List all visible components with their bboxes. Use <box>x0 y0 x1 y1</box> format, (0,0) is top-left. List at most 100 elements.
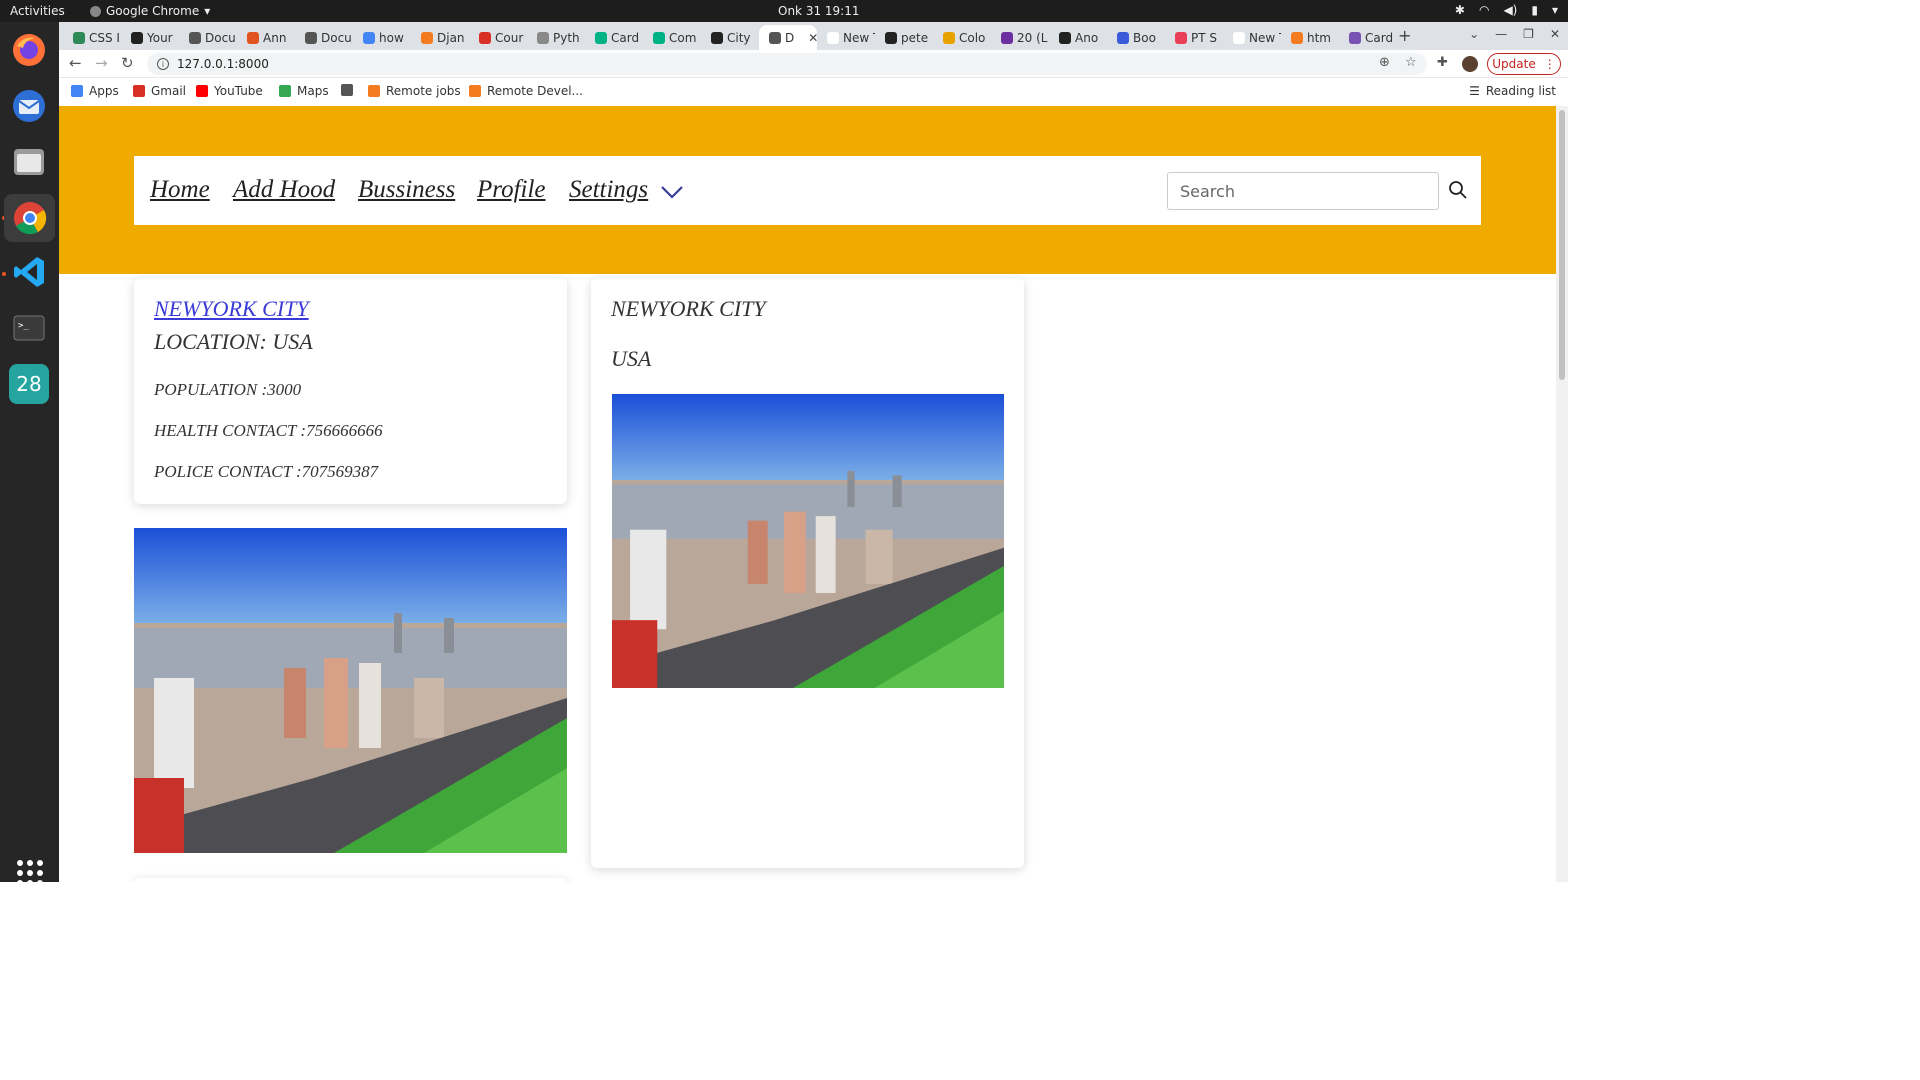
running-indicator <box>2 272 6 276</box>
tab[interactable]: New Ta <box>1223 25 1281 50</box>
nav-settings[interactable]: Settings <box>569 176 648 204</box>
bookmark-item[interactable] <box>341 84 359 96</box>
city-link[interactable]: NEWYORK CITY <box>154 296 309 322</box>
svg-text:>_: >_ <box>18 321 29 331</box>
tab[interactable]: D ✕ <box>759 25 817 50</box>
tab-strip: CSS I Your Docu Ann Docu how Djan Cour Pyth Card C… <box>59 22 1568 50</box>
reload-icon[interactable]: ↻ <box>121 54 134 72</box>
slack-tray-icon[interactable]: ✱ <box>1455 3 1465 17</box>
nav-home[interactable]: Home <box>150 176 210 204</box>
activities-button[interactable]: Activities <box>10 4 65 18</box>
bookmark-item[interactable]: Gmail <box>133 84 186 98</box>
tab-favicon-icon <box>421 31 433 44</box>
close-window-icon[interactable]: ✕ <box>1550 27 1560 41</box>
tab[interactable]: CSS I <box>63 25 121 50</box>
tab-favicon-icon <box>595 31 607 44</box>
tab[interactable]: pete <box>875 25 933 50</box>
tab[interactable]: Docu <box>179 25 237 50</box>
site-info-icon[interactable]: i <box>157 58 169 70</box>
police-contact-text: POLICE CONTACT :707569387 <box>154 462 379 481</box>
url-text: 127.0.0.1:8000 <box>177 57 269 71</box>
thunderbird-icon[interactable] <box>9 86 49 126</box>
app-menu[interactable]: Google Chrome ▾ <box>90 4 210 18</box>
system-tray[interactable]: ✱ ◠ ◀) ▮ ▾ <box>1455 3 1558 17</box>
tab[interactable]: Com <box>643 25 701 50</box>
zoom-icon[interactable]: ⊕ <box>1379 55 1390 70</box>
bookmark-item[interactable]: YouTube <box>196 84 263 98</box>
tab[interactable]: Djan <box>411 25 469 50</box>
bookmark-item[interactable]: Maps <box>279 84 329 98</box>
tab[interactable]: New Ta <box>817 25 875 50</box>
tab-label: PT S <box>1191 30 1217 45</box>
nav-add-hood[interactable]: Add Hood <box>233 176 335 204</box>
tab-favicon-icon <box>1233 31 1245 44</box>
bookmark-label: Gmail <box>151 84 187 98</box>
bookmark-favicon-icon <box>469 85 481 97</box>
nav-bussiness[interactable]: Bussiness <box>358 176 455 204</box>
tab-label: CSS I <box>89 30 120 45</box>
tab[interactable]: Card <box>1339 25 1397 50</box>
power-menu-icon[interactable]: ▾ <box>1552 3 1558 17</box>
nav-profile[interactable]: Profile <box>477 176 546 204</box>
tab[interactable]: City <box>701 25 759 50</box>
tab-favicon-icon <box>247 31 259 44</box>
tab-search-icon[interactable]: ⌄ <box>1469 27 1479 41</box>
back-arrow-icon[interactable]: ← <box>69 54 82 72</box>
tab-label: Boo <box>1133 30 1156 45</box>
tab[interactable]: htm <box>1281 25 1339 50</box>
bookmark-favicon-icon <box>133 85 145 97</box>
tab-label: pete <box>901 30 929 45</box>
maximize-icon[interactable]: ❐ <box>1523 27 1534 41</box>
tab[interactable]: Your <box>121 25 179 50</box>
tab[interactable]: 20 (L <box>991 25 1049 50</box>
system-top-bar: Activities Google Chrome ▾ Onk 31 19:11 … <box>0 0 1568 22</box>
close-tab-icon[interactable]: ✕ <box>808 31 817 45</box>
tab-favicon-icon <box>711 31 723 44</box>
profile-avatar[interactable] <box>1462 56 1478 72</box>
update-button[interactable]: Update ⋮ <box>1487 53 1561 75</box>
forward-arrow-icon[interactable]: → <box>95 54 108 72</box>
vscode-icon[interactable] <box>9 252 49 292</box>
reading-list-button[interactable]: ☰ Reading list <box>1469 84 1556 98</box>
clock[interactable]: Onk 31 19:11 <box>778 4 859 18</box>
bookmark-favicon-icon <box>341 84 353 96</box>
tab[interactable]: Ano <box>1049 25 1107 50</box>
tab[interactable]: Colo <box>933 25 991 50</box>
chrome-icon[interactable] <box>4 194 55 242</box>
app-name: Google Chrome <box>106 4 200 18</box>
tab[interactable]: Boo <box>1107 25 1165 50</box>
tab-label: Docu <box>205 30 236 45</box>
bookmark-item[interactable]: Apps <box>71 84 119 98</box>
minimize-icon[interactable]: — <box>1495 27 1507 41</box>
search-input[interactable] <box>1167 172 1439 210</box>
tab[interactable]: how <box>353 25 411 50</box>
tab[interactable]: Ann <box>237 25 295 50</box>
bookmark-item[interactable]: Remote jobs <box>368 84 461 98</box>
extensions-icon[interactable]: ✚ <box>1437 55 1448 70</box>
caret-down-icon: ▾ <box>204 4 211 18</box>
tab-favicon-icon <box>1349 31 1361 44</box>
tab[interactable]: PT S <box>1165 25 1223 50</box>
firefox-icon[interactable] <box>9 30 49 70</box>
page-scrollbar[interactable] <box>1556 106 1568 882</box>
tab[interactable]: Docu <box>295 25 353 50</box>
terminal-icon[interactable]: >_ <box>9 308 49 348</box>
files-icon[interactable] <box>9 142 49 182</box>
tab[interactable]: Card <box>585 25 643 50</box>
chevron-down-icon[interactable] <box>660 184 684 200</box>
bookmark-star-icon[interactable]: ☆ <box>1405 55 1417 70</box>
calendar-icon[interactable]: 28 <box>9 364 49 404</box>
hood-info-card: NEWYORK CITY LOCATION: USA POPULATION :3… <box>134 278 567 504</box>
tab-favicon-icon <box>363 31 375 44</box>
new-tab-button[interactable]: + <box>1398 26 1411 45</box>
scrollbar-thumb[interactable] <box>1559 110 1565 380</box>
search-icon[interactable] <box>1448 180 1468 200</box>
show-apps-icon[interactable] <box>17 860 43 886</box>
bookmark-item[interactable]: Remote Devel... <box>469 84 583 98</box>
bookmark-label: Remote jobs <box>386 84 461 98</box>
address-bar[interactable]: i 127.0.0.1:8000 <box>147 53 1427 75</box>
tab[interactable]: Pyth <box>527 25 585 50</box>
tab[interactable]: Cour <box>469 25 527 50</box>
tab-favicon-icon <box>73 31 85 44</box>
update-label: Update <box>1492 57 1536 71</box>
